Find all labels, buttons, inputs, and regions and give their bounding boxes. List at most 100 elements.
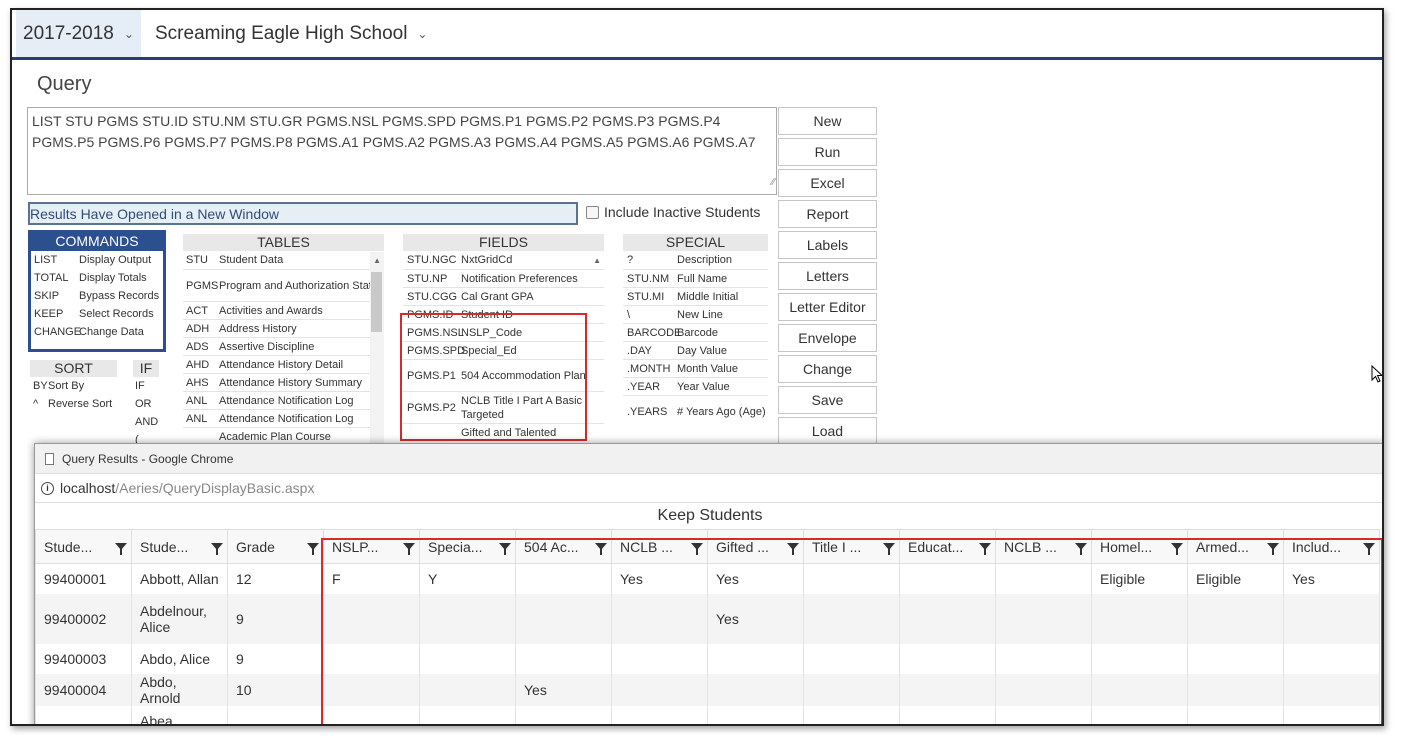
new-button[interactable]: New [778, 107, 877, 135]
special-desc: Middle Initial [677, 290, 739, 303]
letter-editor-button[interactable]: Letter Editor [778, 293, 877, 321]
field-desc: Notification Preferences [461, 272, 578, 285]
command-item[interactable]: TOTAL Display Totals [31, 269, 163, 287]
command-desc: Change Data [79, 326, 144, 338]
command-item[interactable]: CHANGE Change Data [31, 323, 163, 341]
table-cell: 12 [227, 563, 324, 594]
school-selector[interactable]: Screaming Eagle High School ⌄ [155, 10, 427, 57]
if-item[interactable]: AND [133, 413, 159, 431]
command-desc: Select Records [79, 308, 154, 320]
special-title: SPECIAL [623, 234, 768, 251]
special-item[interactable]: .YEAR Year Value [623, 377, 768, 395]
report-button[interactable]: Report [778, 200, 877, 228]
table-item[interactable]: AHD Attendance History Detail [183, 355, 384, 373]
table-item[interactable]: ADS Assertive Discipline [183, 337, 384, 355]
special-item[interactable]: .MONTH Month Value [623, 359, 768, 377]
table-item[interactable]: ACT Activities and Awards [183, 301, 384, 319]
special-item[interactable]: BARCODE Barcode [623, 323, 768, 341]
field-desc: Cal Grant GPA [461, 290, 534, 303]
table-cell [35, 705, 132, 724]
app-frame: 2017-2018 ⌄ Screaming Eagle High School … [10, 8, 1384, 726]
table-cell: 99400003 [35, 643, 132, 674]
filter-icon[interactable] [307, 543, 319, 555]
special-desc: # Years Ago (Age) [677, 405, 766, 418]
status-message: Results Have Opened in a New Window [28, 202, 578, 225]
table-cell: Abdelnour, Alice [131, 593, 228, 644]
table-desc: Address History [219, 322, 297, 335]
special-code: ? [627, 254, 634, 266]
window-title-bar[interactable]: Query Results - Google Chrome [35, 444, 1382, 474]
envelope-button[interactable]: Envelope [778, 324, 877, 352]
table-item[interactable]: ANL Attendance Notification Log [183, 409, 384, 427]
special-item[interactable]: STU.NM Full Name [623, 269, 768, 287]
special-item[interactable]: \ New Line [623, 305, 768, 323]
tables-scroll-thumb[interactable] [371, 272, 382, 332]
filter-icon[interactable] [211, 543, 223, 555]
table-item[interactable]: Academic Plan Course [183, 427, 384, 444]
table-item[interactable]: PGMS Program and Authorization Status [183, 269, 384, 301]
if-item[interactable]: OR [133, 395, 159, 413]
include-inactive-checkbox[interactable] [586, 205, 599, 219]
special-item[interactable]: STU.MI Middle Initial [623, 287, 768, 305]
table-code: ADH [186, 322, 210, 335]
table-item[interactable]: STU Student Data [183, 251, 384, 269]
command-desc: Display Output [79, 254, 152, 266]
table-item[interactable]: ANL Attendance Notification Log [183, 391, 384, 409]
save-button[interactable]: Save [778, 386, 877, 414]
excel-button[interactable]: Excel [778, 169, 877, 197]
field-item[interactable]: STU.NGC NxtGridCd [403, 251, 604, 269]
resize-grip-icon[interactable]: ∕∕ [772, 172, 775, 193]
query-results-window: Query Results - Google Chrome i localhos… [34, 443, 1382, 724]
column-header-label: Grade [236, 538, 275, 555]
school-name-label: Screaming Eagle High School [155, 22, 408, 44]
change-button[interactable]: Change [778, 355, 877, 383]
column-header-label: Stude... [140, 538, 189, 555]
scroll-up-icon[interactable]: ▲ [593, 256, 601, 265]
letters-button[interactable]: Letters [778, 262, 877, 290]
special-code: \ [627, 308, 631, 321]
filter-icon[interactable] [115, 543, 127, 555]
column-header[interactable]: Stude... [131, 529, 228, 564]
field-item[interactable]: STU.CGG Cal Grant GPA [403, 287, 604, 305]
sort-item[interactable]: ^ Reverse Sort [30, 395, 117, 413]
top-bar: 2017-2018 ⌄ Screaming Eagle High School … [12, 10, 1382, 60]
special-code: .DAY [627, 344, 652, 357]
table-item[interactable]: ADH Address History [183, 319, 384, 337]
column-header[interactable]: Grade [227, 529, 324, 564]
info-icon[interactable]: i [41, 481, 54, 495]
table-cell [227, 705, 324, 724]
load-button[interactable]: Load [778, 417, 877, 445]
table-cell: 10 [227, 673, 324, 706]
sort-item[interactable]: BY Sort By [30, 377, 117, 395]
query-textarea[interactable]: LIST STU PGMS STU.ID STU.NM STU.GR PGMS.… [27, 107, 777, 195]
if-item[interactable]: IF [133, 377, 159, 395]
special-desc: Full Name [677, 272, 728, 285]
sort-desc: Reverse Sort [48, 398, 113, 410]
command-item[interactable]: LIST Display Output [31, 251, 163, 269]
field-item[interactable]: STU.NP Notification Preferences [403, 269, 604, 287]
command-item[interactable]: KEEP Select Records [31, 305, 163, 323]
sort-code: BY [33, 380, 48, 392]
include-inactive-option[interactable]: Include Inactive Students [586, 204, 760, 220]
table-code: AHD [186, 358, 210, 371]
special-item[interactable]: ? Description [623, 251, 768, 269]
command-item[interactable]: SKIP Bypass Records [31, 287, 163, 305]
command-key: SKIP [34, 290, 60, 302]
special-desc: Barcode [677, 326, 718, 339]
table-item[interactable]: AHS Attendance History Summary [183, 373, 384, 391]
labels-button[interactable]: Labels [778, 231, 877, 259]
special-desc: Year Value [677, 380, 730, 393]
scroll-up-icon[interactable]: ▲ [373, 256, 381, 265]
special-item[interactable]: .DAY Day Value [623, 341, 768, 359]
special-item[interactable]: .YEARS # Years Ago (Age) [623, 395, 768, 427]
column-header[interactable]: Stude... [35, 529, 132, 564]
special-panel: SPECIAL ? Description STU.NM Full Name STU… [623, 234, 768, 434]
mouse-cursor-icon [1371, 365, 1382, 383]
school-year-selector[interactable]: 2017-2018 ⌄ [16, 10, 141, 57]
command-desc: Display Totals [79, 272, 147, 284]
table-desc: Attendance History Summary [219, 376, 363, 389]
if-panel: IF IF OR AND ( [133, 360, 159, 446]
run-button[interactable]: Run [778, 138, 877, 166]
address-bar[interactable]: i localhost/Aeries/QueryDisplayBasic.asp… [35, 474, 1382, 503]
field-desc: NxtGridCd [461, 254, 513, 266]
